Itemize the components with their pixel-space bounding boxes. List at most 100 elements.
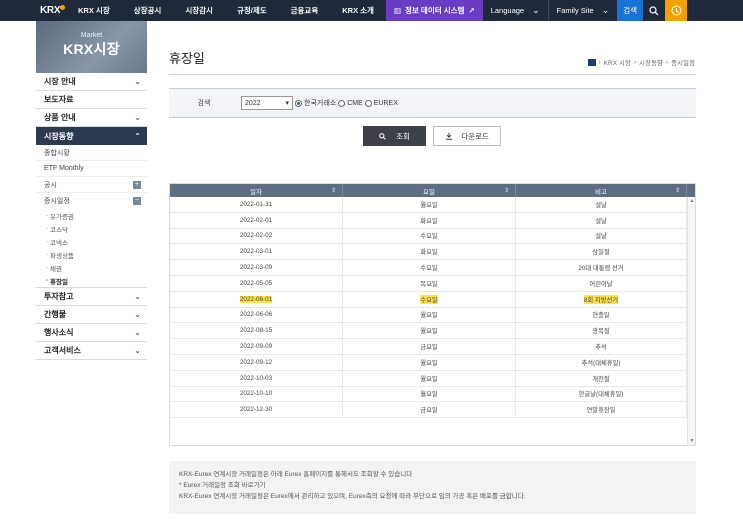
table-cell: 금요일 bbox=[343, 339, 516, 354]
table-cell: 현충일 bbox=[516, 307, 687, 323]
cell-text: 20대 대통령 선거 bbox=[578, 265, 624, 273]
chart-icon: ▥ bbox=[393, 6, 402, 15]
submenu: 종합시황 ETF Monthly 공시 + 증시일정 − · 유가증권 · 코스… bbox=[36, 145, 147, 288]
table-cell: 월요일 bbox=[343, 197, 516, 212]
sort-icon[interactable]: ⇕ bbox=[331, 187, 336, 194]
table-cell: 월요일 bbox=[343, 323, 516, 339]
nav-rules[interactable]: 규정/제도 bbox=[225, 0, 279, 21]
sidebar-item-press[interactable]: 보도자료 bbox=[36, 91, 147, 109]
breadcrumb-sep: › bbox=[665, 58, 669, 66]
column-header-label: 일자 bbox=[250, 188, 262, 196]
download-button[interactable]: 다운로드 bbox=[433, 126, 501, 146]
nav-data-system[interactable]: ▥ 정보 데이터 시스템 ↗ bbox=[385, 0, 483, 21]
sidebar-item-market-guide[interactable]: 시장 안내 ⌄ bbox=[36, 73, 147, 91]
cell-text: 설날 bbox=[595, 217, 607, 225]
home-icon[interactable] bbox=[587, 58, 596, 66]
subsub-item[interactable]: · 파생상품 bbox=[36, 248, 147, 261]
sidebar-header-title: KRX시장 bbox=[63, 41, 120, 57]
scroll-up-icon[interactable]: ▲ bbox=[688, 197, 696, 205]
radio-krx[interactable] bbox=[295, 99, 302, 107]
radio-eurex[interactable] bbox=[364, 99, 372, 107]
sort-icon[interactable]: ⇕ bbox=[675, 187, 680, 194]
table-row: 2022-08-15 월요일 광복절 bbox=[170, 323, 695, 340]
table-row: 2022-06-06 월요일 현충일 bbox=[170, 307, 695, 324]
sidebar-item-label: 간행물 bbox=[44, 310, 67, 319]
sub-item-market-summary[interactable]: 종합시황 bbox=[36, 145, 147, 161]
notes-panel: KRX-Eurex 연계시장 거래일정은 아래 Eurex 홈페이지를 통해서도… bbox=[169, 461, 696, 514]
breadcrumb-item[interactable]: KRX 시장 bbox=[604, 57, 631, 67]
top-nav: KRX KRX 시장 상장공시 시장감시 규정/제도 금융교육 KRX 소개 ▥… bbox=[0, 0, 743, 21]
column-header-date[interactable]: 일자 ⇕ bbox=[170, 184, 343, 197]
cell-text: 2022-06-06 bbox=[239, 311, 273, 319]
nav-about[interactable]: KRX 소개 bbox=[330, 0, 386, 21]
table-row: 2022-02-02 수요일 설날 bbox=[170, 228, 695, 245]
cell-text: 추석 bbox=[595, 344, 607, 352]
table-cell: 추석(대체휴일) bbox=[516, 354, 687, 370]
nav-krx-market[interactable]: KRX 시장 bbox=[66, 0, 122, 21]
sidebar-item-publications[interactable]: 간행물 ⌄ bbox=[36, 306, 147, 324]
language-dropdown[interactable]: Language ⌄ bbox=[483, 0, 548, 21]
table-cell: 월요일 bbox=[343, 370, 516, 386]
subsub-item-current[interactable]: · 휴장일 bbox=[36, 274, 147, 287]
cell-text: 월요일 bbox=[420, 312, 438, 320]
breadcrumb-item[interactable]: 증시일정 bbox=[671, 57, 695, 67]
nav-listing[interactable]: 상장공시 bbox=[122, 0, 174, 21]
table-row: 2022-12-30 금요일 연말휴장일 bbox=[170, 402, 695, 419]
search-icon[interactable] bbox=[643, 0, 666, 21]
query-label: 조회 bbox=[396, 131, 410, 141]
table-cell: 2022-08-15 bbox=[170, 323, 343, 339]
column-header-label: 요일 bbox=[423, 188, 435, 196]
user-menu-icon[interactable] bbox=[665, 0, 688, 21]
sub-item-disclosure[interactable]: 공시 + bbox=[36, 177, 147, 193]
family-site-dropdown[interactable]: Family Site ⌄ bbox=[549, 0, 618, 21]
plus-icon[interactable]: + bbox=[133, 180, 141, 189]
cell-text: 8회 지방선거 bbox=[583, 294, 619, 304]
nav-surveillance[interactable]: 시장감시 bbox=[173, 0, 225, 21]
sort-icon[interactable]: ⇕ bbox=[504, 187, 509, 194]
radio-cme[interactable] bbox=[338, 99, 346, 107]
chevron-down-icon: ⌄ bbox=[134, 292, 141, 301]
table-cell: 2022-09-09 bbox=[170, 339, 343, 354]
table-cell: 설날 bbox=[516, 197, 687, 212]
cell-text: 월요일 bbox=[420, 359, 438, 367]
sidebar-item-customer[interactable]: 고객서비스 ⌄ bbox=[36, 342, 147, 360]
sub-item-schedule[interactable]: 증시일정 − bbox=[36, 193, 147, 209]
cell-text: 2022-02-02 bbox=[239, 232, 273, 240]
cell-text: 금요일 bbox=[420, 407, 438, 415]
family-site-label: Family Site bbox=[556, 6, 594, 15]
sidebar-item-label: 상품 안내 bbox=[44, 113, 76, 122]
sidebar-item-investment-ref[interactable]: 투자참고 ⌄ bbox=[36, 288, 147, 306]
data-system-label: 정보 데이터 시스템 bbox=[405, 6, 465, 15]
sub-item-label: 공시 bbox=[44, 181, 57, 189]
radio-label: EUREX bbox=[373, 99, 398, 107]
sidebar-item-events[interactable]: 행사소식 ⌄ bbox=[36, 324, 147, 342]
sub-item-etf-monthly[interactable]: ETF Monthly bbox=[36, 161, 147, 177]
column-header-day[interactable]: 요일 ⇕ bbox=[343, 184, 516, 197]
table-cell: 20대 대통령 선거 bbox=[516, 260, 687, 275]
sidebar: Market KRX시장 시장 안내 ⌄ 보도자료 상품 안내 ⌄ 시장동향 ⌃… bbox=[36, 21, 147, 360]
eurex-link[interactable]: * Eurex 거래일정 조회 바로가기 bbox=[179, 480, 686, 491]
breadcrumb-item[interactable]: 시장동향 bbox=[639, 57, 663, 67]
year-select[interactable]: 2022 ▾ bbox=[241, 96, 293, 110]
scroll-down-icon[interactable]: ▼ bbox=[688, 437, 696, 445]
note-line: KRX-Eurex 연계시장 거래일정은 Eurex에서 관리하고 있으며, E… bbox=[179, 493, 526, 500]
cell-text: 설날 bbox=[595, 201, 607, 209]
search-button[interactable]: 검색 bbox=[617, 0, 644, 21]
breadcrumb: › KRX 시장 › 시장동향 › 증시일정 bbox=[587, 57, 695, 67]
subsub-item[interactable]: · 코스닥 bbox=[36, 222, 147, 235]
chevron-up-icon: ⌃ bbox=[134, 131, 141, 141]
subsub-item[interactable]: · 유가증권 bbox=[36, 209, 147, 222]
table-row: 2022-10-03 월요일 개천절 bbox=[170, 370, 695, 387]
minus-icon[interactable]: − bbox=[133, 197, 141, 205]
subsub-item[interactable]: · 코넥스 bbox=[36, 235, 147, 248]
cell-text: 수요일 bbox=[420, 294, 438, 304]
nav-education[interactable]: 금융교육 bbox=[279, 0, 331, 21]
column-header-note[interactable]: 비고 ⇕ bbox=[516, 184, 687, 197]
sidebar-item-market-trends[interactable]: 시장동향 ⌃ bbox=[36, 127, 147, 145]
krx-logo[interactable]: KRX bbox=[0, 0, 66, 21]
table-row: 2022-05-05 목요일 어린이날 bbox=[170, 275, 695, 292]
table-scrollbar[interactable]: ▲ ▼ bbox=[687, 197, 695, 445]
subsub-item[interactable]: · 채권 bbox=[36, 261, 147, 274]
sidebar-item-products[interactable]: 상품 안내 ⌄ bbox=[36, 109, 147, 127]
query-button[interactable]: 조회 bbox=[363, 126, 426, 146]
